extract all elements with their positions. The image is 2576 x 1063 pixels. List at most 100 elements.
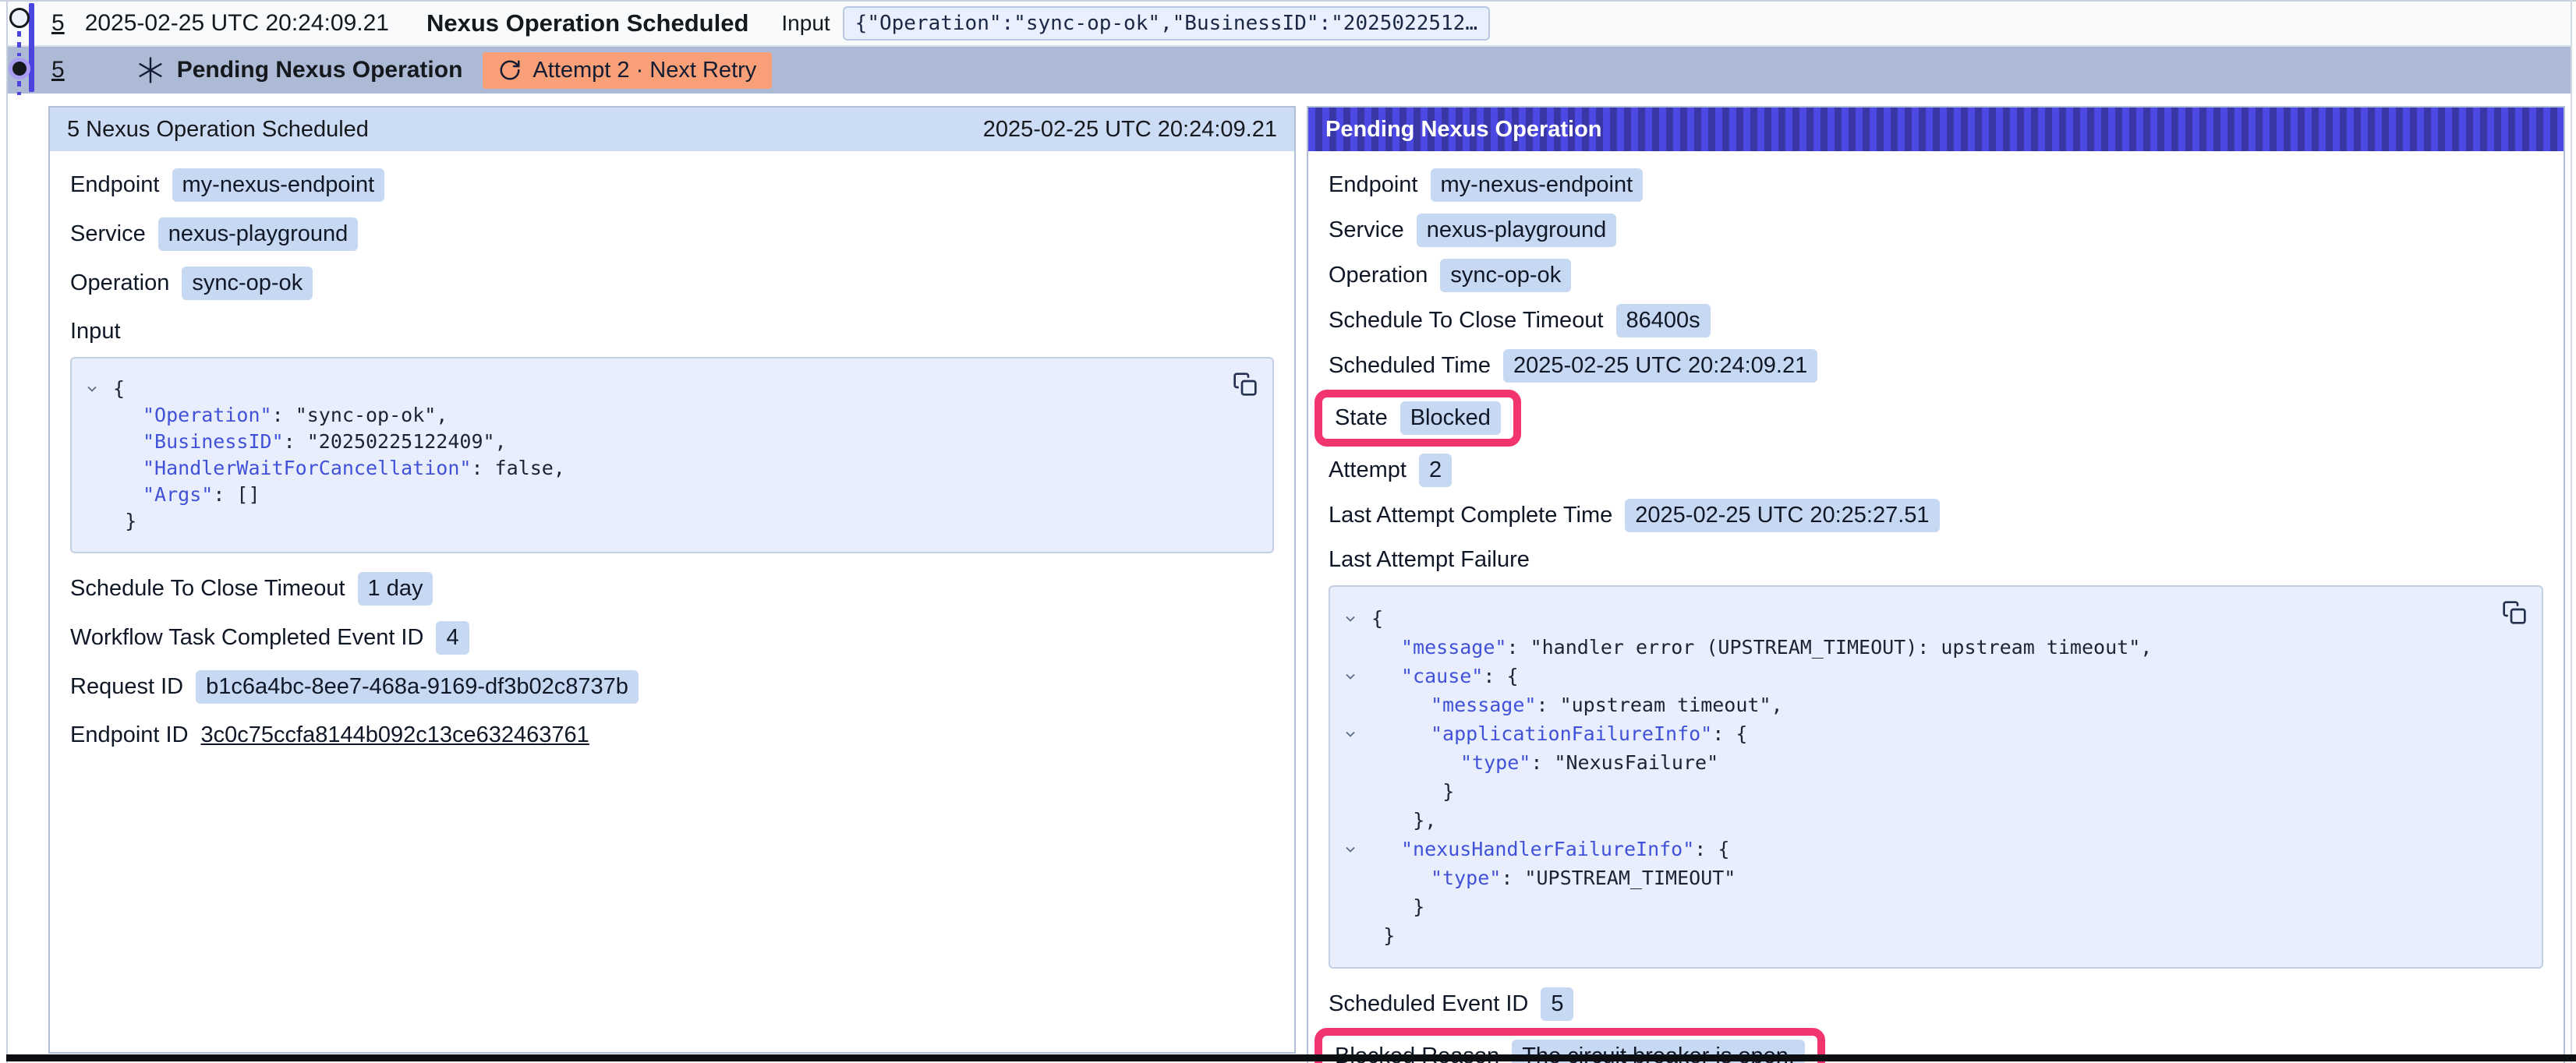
input-preview-chip: {"Operation":"sync-op-ok","BusinessID":"… [843,6,1490,41]
panel-body: Endpoint my-nexus-endpoint Service nexus-pl… [50,151,1294,751]
pending-event-title: Pending Nexus Operation [177,57,463,83]
window-right-edge [2571,0,2572,1063]
field-value-badge: sync-op-ok [182,267,313,300]
json-line: "Operation": "sync-op-ok", [72,402,1254,429]
field-scheduled-event-id: Scheduled Event ID 5 [1329,987,2543,1021]
field-scheduled-time: Scheduled Time 2025-02-25 UTC 20:24:09.21 [1329,349,2543,383]
field-schedule-to-close-timeout: Schedule To Close Timeout 86400s [1329,304,2543,337]
history-row-pending-nexus-operation[interactable]: 5 Pending Nexus Operation Attempt 2 · Ne… [8,47,2571,94]
field-value-badge: 1 day [358,572,433,606]
event-timestamp: 2025-02-25 UTC 20:24:09.21 [85,10,389,37]
window-left-edge [6,0,8,1063]
event-id-link[interactable]: 5 [51,10,65,37]
json-line: "BusinessID": "20250225122409", [72,429,1254,455]
collapse-chevron-icon[interactable] [1343,726,1358,742]
json-line: "cause": { [1330,662,2523,690]
panel-header-pending-striped: Pending Nexus Operation [1308,108,2564,151]
field-value-link[interactable]: 3c0c75ccfa8144b092c13ce632463761 [201,722,589,748]
json-line: "HandlerWaitForCancellation": false, [72,455,1254,482]
field-label: Operation [1329,263,1428,288]
field-value-badge: sync-op-ok [1440,259,1571,292]
json-line: "Args": [] [72,482,1254,508]
field-endpoint-id: Endpoint ID 3c0c75ccfa8144b092c13ce632463… [70,719,1274,751]
field-operation: Operation sync-op-ok [1329,259,2543,292]
field-label: Service [1329,217,1404,243]
panel-body: Endpoint my-nexus-endpoint Service nexus-pl… [1308,151,2564,1063]
input-json-viewer: {"Operation": "sync-op-ok","BusinessID":… [70,357,1274,553]
field-service: Service nexus-playground [1329,214,2543,247]
field-label: State [1335,405,1388,431]
field-state: State Blocked [1329,390,2543,447]
panel-header-scheduled: 5 Nexus Operation Scheduled 2025-02-25 U… [50,108,1294,151]
history-row-nexus-operation-scheduled[interactable]: 5 2025-02-25 UTC 20:24:09.21 Nexus Opera… [8,2,2571,47]
field-label: Operation [70,270,169,296]
failure-group-label: Last Attempt Failure [1329,544,2543,576]
asterisk-pending-icon [136,56,165,84]
highlight-annotation: State Blocked [1315,390,1521,447]
field-label: Endpoint ID [70,722,189,748]
input-group-label: Input [70,316,1274,348]
field-label: Schedule To Close Timeout [1329,308,1604,334]
field-service: Service nexus-playground [70,217,1274,251]
field-label: Scheduled Event ID [1329,991,1528,1017]
field-value-badge: 5 [1541,987,1573,1021]
retry-icon [498,58,522,82]
field-value-badge: 2025-02-25 UTC 20:24:09.21 [1503,349,1817,383]
field-label: Attempt [1329,457,1407,483]
collapse-chevron-icon[interactable] [84,381,100,397]
field-value-badge: 2 [1419,454,1452,487]
field-label: Endpoint [70,172,160,198]
field-workflow-task-completed-event-id: Workflow Task Completed Event ID 4 [70,621,1274,655]
panel-title: 5 Nexus Operation Scheduled [67,117,369,143]
field-value-badge: my-nexus-endpoint [1431,168,1644,202]
field-value-badge: 4 [436,621,469,655]
pending-operation-panel: Pending Nexus Operation Endpoint my-nexus… [1307,106,2565,1063]
timeline-dotted-connector [17,31,21,56]
field-last-attempt-complete-time: Last Attempt Complete Time 2025-02-25 UTC… [1329,499,2543,532]
attempt-retry-badge: Attempt 2 · Next Retry [483,52,772,89]
field-label: Endpoint [1329,172,1418,198]
screen-bottom-divider [6,1054,2576,1061]
collapse-chevron-icon[interactable] [1343,611,1358,627]
json-line: { [1330,604,2523,633]
temporal-event-history-screen: 5 2025-02-25 UTC 20:24:09.21 Nexus Opera… [0,0,2576,1063]
field-value-badge: nexus-playground [158,217,359,251]
field-value-badge: Blocked [1400,401,1501,435]
field-endpoint: Endpoint my-nexus-endpoint [1329,168,2543,202]
timeline-event-dot-open[interactable] [9,8,30,28]
json-line: "type": "UPSTREAM_TIMEOUT" [1330,863,2523,892]
json-line: "message": "upstream timeout", [1330,690,2523,719]
attempt-retry-label: Attempt 2 · Next Retry [533,58,756,83]
timeline-event-dot-selected[interactable] [9,58,30,79]
field-label: Service [70,221,146,247]
field-schedule-to-close-timeout: Schedule To Close Timeout 1 day [70,572,1274,606]
field-label: Workflow Task Completed Event ID [70,625,423,651]
timeline-dotted-connector [17,81,21,95]
collapse-chevron-icon[interactable] [1343,842,1358,857]
json-line: } [1330,892,2523,921]
timeline-selected-bar [29,3,34,92]
json-line: } [1330,777,2523,806]
collapse-chevron-icon[interactable] [1343,669,1358,684]
json-line: }, [1330,806,2523,835]
panel-title: Pending Nexus Operation [1325,117,1602,143]
field-label: Schedule To Close Timeout [70,576,345,602]
panel-timestamp: 2025-02-25 UTC 20:24:09.21 [983,117,1277,143]
field-label: Scheduled Time [1329,353,1491,379]
field-value-badge: 86400s [1616,304,1711,337]
failure-json-viewer: {"message": "handler error (UPSTREAM_TIM… [1329,585,2543,969]
event-id-link[interactable]: 5 [51,57,65,83]
field-endpoint: Endpoint my-nexus-endpoint [70,168,1274,202]
field-label: Request ID [70,674,183,700]
json-line: "message": "handler error (UPSTREAM_TIME… [1330,633,2523,662]
field-value-badge: nexus-playground [1417,214,1617,247]
field-label: Last Attempt Complete Time [1329,503,1612,528]
field-value-badge: b1c6a4bc-8ee7-468a-9169-df3b02c8737b [196,670,639,704]
field-value-badge: 2025-02-25 UTC 20:25:27.51 [1625,499,1939,532]
field-value-badge: my-nexus-endpoint [172,168,385,202]
field-request-id: Request ID b1c6a4bc-8ee7-468a-9169-df3b02… [70,670,1274,704]
field-operation: Operation sync-op-ok [70,267,1274,300]
json-line: "applicationFailureInfo": { [1330,719,2523,748]
json-line: } [1330,921,2523,950]
field-attempt: Attempt 2 [1329,454,2543,487]
